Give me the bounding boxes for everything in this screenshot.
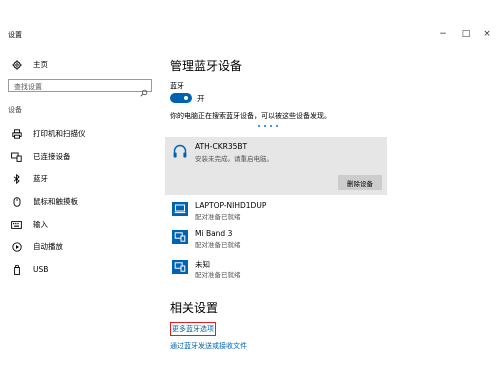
settings-window: 设置 − □ × 主页 查找设置 设备 打印机和扫描仪 已连接设备 蓝牙 鼠标和… bbox=[0, 0, 502, 378]
sidebar-item-label: 鼠标和触摸板 bbox=[33, 197, 78, 206]
sidebar-item-label: 蓝牙 bbox=[33, 174, 48, 183]
connected-devices-icon bbox=[10, 151, 23, 162]
send-receive-files-link[interactable]: 通过蓝牙发送或接收文件 bbox=[170, 341, 247, 351]
sidebar-item-autoplay[interactable]: 自动播放 bbox=[10, 241, 63, 252]
progress-dot bbox=[258, 125, 260, 127]
laptop-icon bbox=[172, 202, 188, 216]
title-bar bbox=[0, 0, 502, 32]
maximize-button[interactable]: □ bbox=[459, 29, 473, 39]
toggle-knob bbox=[184, 96, 188, 100]
remove-device-button[interactable]: 删除设备 bbox=[338, 175, 382, 190]
toggle-state-label: 开 bbox=[197, 94, 205, 103]
sidebar-item-label: USB bbox=[33, 265, 49, 274]
related-settings-title: 相关设置 bbox=[170, 301, 219, 315]
window-title: 设置 bbox=[8, 31, 22, 39]
sidebar-item-label: 主页 bbox=[33, 60, 48, 69]
sidebar-item-label: 自动播放 bbox=[33, 242, 63, 251]
minimize-button[interactable]: − bbox=[436, 29, 450, 39]
gear-icon bbox=[10, 59, 23, 70]
sidebar-item-usb[interactable]: USB bbox=[10, 264, 48, 275]
progress-dot bbox=[276, 125, 278, 127]
sidebar-section-label: 设备 bbox=[8, 106, 22, 114]
sidebar-item-label: 输入 bbox=[33, 220, 48, 229]
search-icon[interactable] bbox=[140, 82, 148, 101]
device-icon bbox=[172, 260, 188, 274]
sidebar-item-input[interactable]: 输入 bbox=[10, 219, 48, 230]
sidebar-item-connected-devices[interactable]: 已连接设备 bbox=[10, 151, 71, 162]
device-icon bbox=[172, 230, 188, 244]
device-status: 安装未完成。请重启电脑。 bbox=[195, 155, 273, 163]
usb-icon bbox=[10, 264, 23, 275]
headphones-icon bbox=[172, 143, 188, 163]
device-status: 配对准备已就绪 bbox=[195, 213, 241, 221]
device-name: Mi Band 3 bbox=[195, 229, 233, 238]
more-bluetooth-options-link[interactable]: 更多蓝牙选项 bbox=[170, 322, 216, 336]
bluetooth-label: 蓝牙 bbox=[170, 82, 184, 90]
keyboard-icon bbox=[10, 219, 23, 230]
device-name: LAPTOP-NIHD1DUP bbox=[195, 201, 267, 210]
sidebar-item-printers[interactable]: 打印机和扫描仪 bbox=[10, 128, 86, 139]
page-title: 管理蓝牙设备 bbox=[170, 59, 243, 73]
device-status: 配对准备已就绪 bbox=[195, 271, 241, 279]
sidebar-item-label: 已连接设备 bbox=[33, 152, 71, 161]
progress-dot bbox=[270, 125, 272, 127]
bluetooth-toggle[interactable] bbox=[170, 93, 192, 103]
bluetooth-icon bbox=[10, 173, 23, 184]
discovery-description: 你的电脑正在搜索蓝牙设备，可以被这些设备发现。 bbox=[170, 112, 331, 120]
sidebar-item-label: 打印机和扫描仪 bbox=[33, 129, 86, 138]
close-button[interactable]: × bbox=[480, 29, 494, 39]
mouse-icon bbox=[10, 196, 23, 207]
sidebar-item-home[interactable]: 主页 bbox=[10, 59, 48, 70]
sidebar-item-bluetooth[interactable]: 蓝牙 bbox=[10, 173, 48, 184]
device-status: 配对准备已就绪 bbox=[195, 241, 241, 249]
sidebar-item-mouse[interactable]: 鼠标和触摸板 bbox=[10, 196, 78, 207]
device-name: ATH-CKR35BT bbox=[195, 142, 248, 151]
printer-icon bbox=[10, 128, 23, 139]
search-input[interactable]: 查找设置 bbox=[8, 79, 152, 92]
progress-dot bbox=[264, 125, 266, 127]
autoplay-icon bbox=[10, 241, 23, 252]
